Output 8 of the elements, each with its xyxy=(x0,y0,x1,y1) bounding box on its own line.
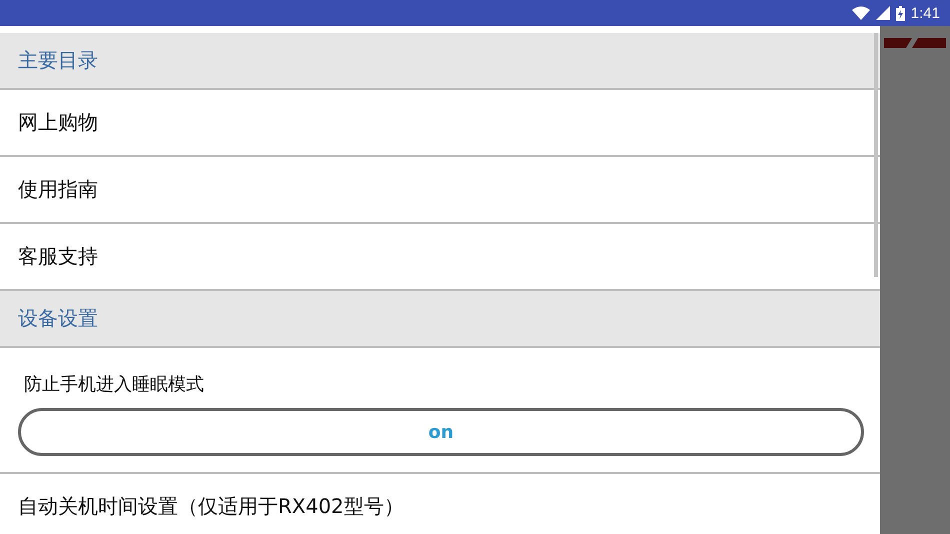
section-title: 主要目录 xyxy=(18,47,98,74)
wifi-icon xyxy=(852,6,870,20)
section-title: 设备设置 xyxy=(18,305,98,332)
status-time: 1:41 xyxy=(910,4,940,22)
banner-stripe-drawing xyxy=(884,38,946,48)
signal-icon xyxy=(876,6,890,20)
battery-icon xyxy=(896,6,905,20)
setting-label: 防止手机进入睡眠模式 xyxy=(23,373,204,396)
